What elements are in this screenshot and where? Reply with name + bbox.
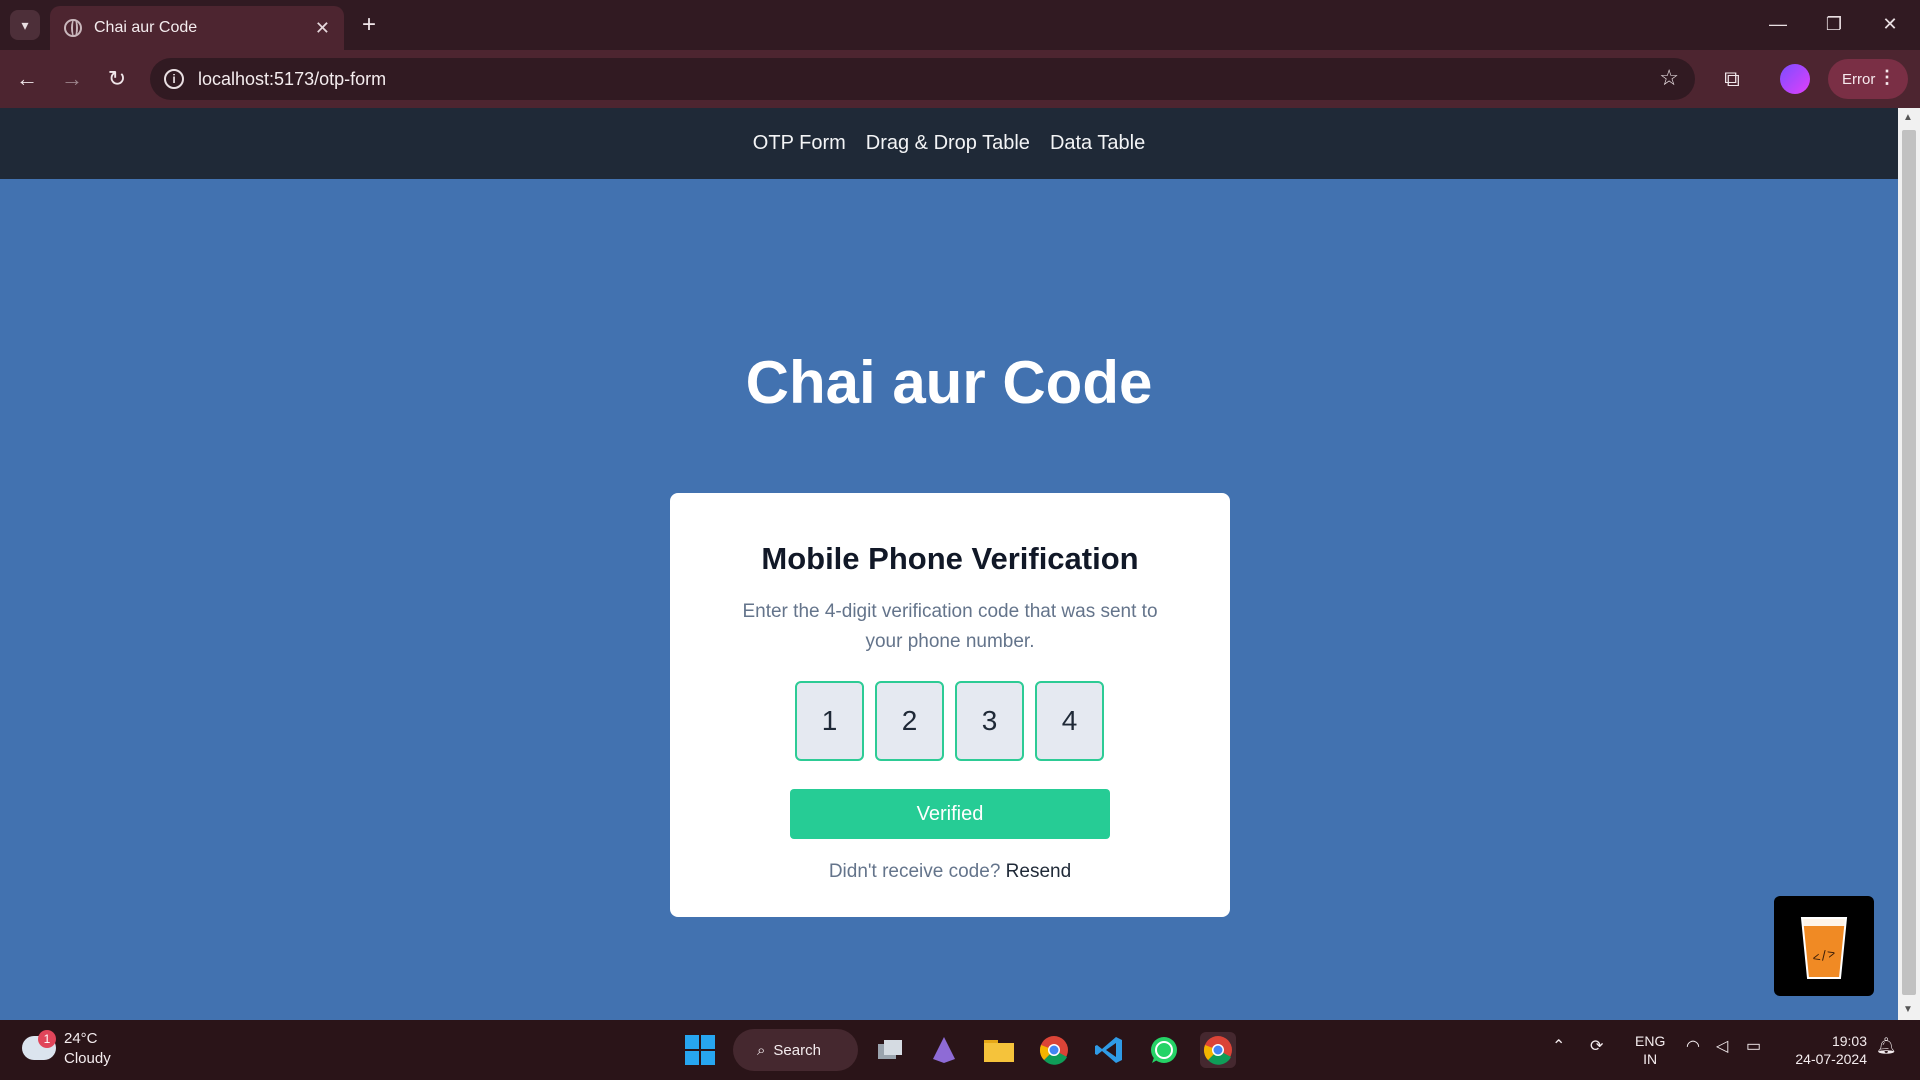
vscode-icon[interactable] <box>1091 1032 1127 1068</box>
whatsapp-icon[interactable] <box>1146 1032 1182 1068</box>
file-explorer-icon[interactable] <box>981 1032 1017 1068</box>
sync-icon[interactable]: ⟳ <box>1590 1036 1603 1056</box>
weather-temperature: 24°C <box>64 1030 98 1047</box>
nav-link-data-table[interactable]: Data Table <box>1050 132 1145 155</box>
scroll-thumb[interactable] <box>1902 130 1916 995</box>
restore-icon[interactable]: ❐ <box>1814 8 1854 40</box>
browser-tab[interactable]: Chai aur Code ✕ <box>50 6 344 50</box>
resend-prompt: Didn't receive code? <box>828 861 1001 882</box>
verify-button[interactable]: Verified <box>790 789 1110 839</box>
resend-line: Didn't receive code? Resend <box>670 861 1230 883</box>
clock-time: 19:03 <box>1831 1033 1867 1049</box>
browser-toolbar: ← → ↻ i localhost:5173/otp-form ☆ ⧉ Erro… <box>0 50 1920 108</box>
tab-strip: ▾ Chai aur Code ✕ + — ❐ ✕ <box>0 0 1920 50</box>
weather-badge: 1 <box>38 1030 56 1048</box>
chrome-icon[interactable] <box>1036 1032 1072 1068</box>
volume-icon[interactable]: ◁ <box>1716 1036 1728 1056</box>
otp-input-group <box>795 681 1105 761</box>
site-nav: OTP Form Drag & Drop Table Data Table <box>0 108 1898 179</box>
new-tab-button[interactable]: + <box>354 10 384 40</box>
taskbar-search[interactable]: ⌕ Search <box>733 1029 858 1071</box>
app-icon-purple[interactable] <box>926 1032 962 1068</box>
notifications-icon[interactable]: 🔔︎ <box>1876 1036 1896 1056</box>
minimize-icon[interactable]: — <box>1758 8 1798 40</box>
windows-icon <box>685 1035 715 1065</box>
page-title: Chai aur Code <box>745 349 1153 416</box>
battery-icon[interactable]: ▭ <box>1746 1036 1761 1056</box>
profile-avatar[interactable] <box>1780 64 1810 94</box>
page-viewport: OTP Form Drag & Drop Table Data Table Ch… <box>0 108 1898 1020</box>
extensions-icon[interactable]: ⧉ <box>1715 62 1749 96</box>
search-icon: ⌕ <box>757 1041 766 1059</box>
scroll-up-icon[interactable]: ▲ <box>1903 112 1913 123</box>
reload-icon[interactable]: ↻ <box>100 62 134 96</box>
resend-link[interactable]: Resend <box>1006 861 1072 882</box>
tab-title: Chai aur Code <box>94 19 198 36</box>
close-window-icon[interactable]: ✕ <box>1870 8 1910 40</box>
url-text[interactable]: localhost:5173/otp-form <box>198 69 386 90</box>
nav-link-drag-drop-table[interactable]: Drag & Drop Table <box>866 132 1030 155</box>
back-icon[interactable]: ← <box>10 62 44 96</box>
language-indicator[interactable]: ENG IN <box>1635 1032 1665 1068</box>
chai-cup-icon: </> <box>1800 917 1848 979</box>
show-hidden-icons[interactable]: ⌃ <box>1552 1036 1565 1056</box>
bookmark-star-icon[interactable]: ☆ <box>1659 65 1679 91</box>
otp-card: Mobile Phone Verification Enter the 4-di… <box>670 493 1230 917</box>
chai-code-badge[interactable]: </> <box>1774 896 1874 996</box>
profile-error-button[interactable]: Error ⋮ <box>1828 59 1908 99</box>
card-description: Enter the 4-digit verification code that… <box>742 601 1158 652</box>
chevron-down-icon: ▾ <box>21 16 29 33</box>
close-tab-icon[interactable]: ✕ <box>315 18 330 39</box>
taskbar-search-label: Search <box>773 1041 821 1059</box>
weather-widget[interactable]: 1 24°C Cloudy <box>22 1030 142 1074</box>
wifi-icon[interactable]: ◠ <box>1686 1036 1700 1056</box>
page-scrollbar[interactable]: ▲ ▼ <box>1898 108 1920 1020</box>
weather-condition: Cloudy <box>64 1050 111 1067</box>
address-bar[interactable]: i localhost:5173/otp-form ☆ <box>150 58 1695 100</box>
nav-link-otp-form[interactable]: OTP Form <box>753 132 846 155</box>
globe-icon <box>64 19 82 37</box>
forward-icon[interactable]: → <box>55 62 89 96</box>
system-clock[interactable]: 19:03 24-07-2024 <box>1785 1032 1867 1068</box>
tab-search-button[interactable]: ▾ <box>10 10 40 40</box>
site-info-icon[interactable]: i <box>164 69 184 89</box>
taskbar: 1 24°C Cloudy ⌕ Search ⌃ ⟳ ENG IN ◠ ◁ ▭ … <box>0 1020 1920 1080</box>
otp-digit-2[interactable] <box>875 681 944 761</box>
language-code: ENG <box>1635 1033 1666 1049</box>
task-view-icon[interactable] <box>872 1032 908 1068</box>
otp-digit-4[interactable] <box>1035 681 1104 761</box>
more-menu-icon: ⋮ <box>1878 67 1896 87</box>
card-title: Mobile Phone Verification <box>761 541 1139 576</box>
chrome-active-icon[interactable] <box>1200 1032 1236 1068</box>
otp-digit-1[interactable] <box>795 681 864 761</box>
clock-date: 24-07-2024 <box>1795 1051 1867 1067</box>
scroll-down-icon[interactable]: ▼ <box>1903 1004 1913 1015</box>
region-code: IN <box>1643 1051 1658 1067</box>
profile-error-label: Error <box>1842 70 1876 88</box>
start-button[interactable] <box>682 1032 718 1068</box>
otp-digit-3[interactable] <box>955 681 1024 761</box>
